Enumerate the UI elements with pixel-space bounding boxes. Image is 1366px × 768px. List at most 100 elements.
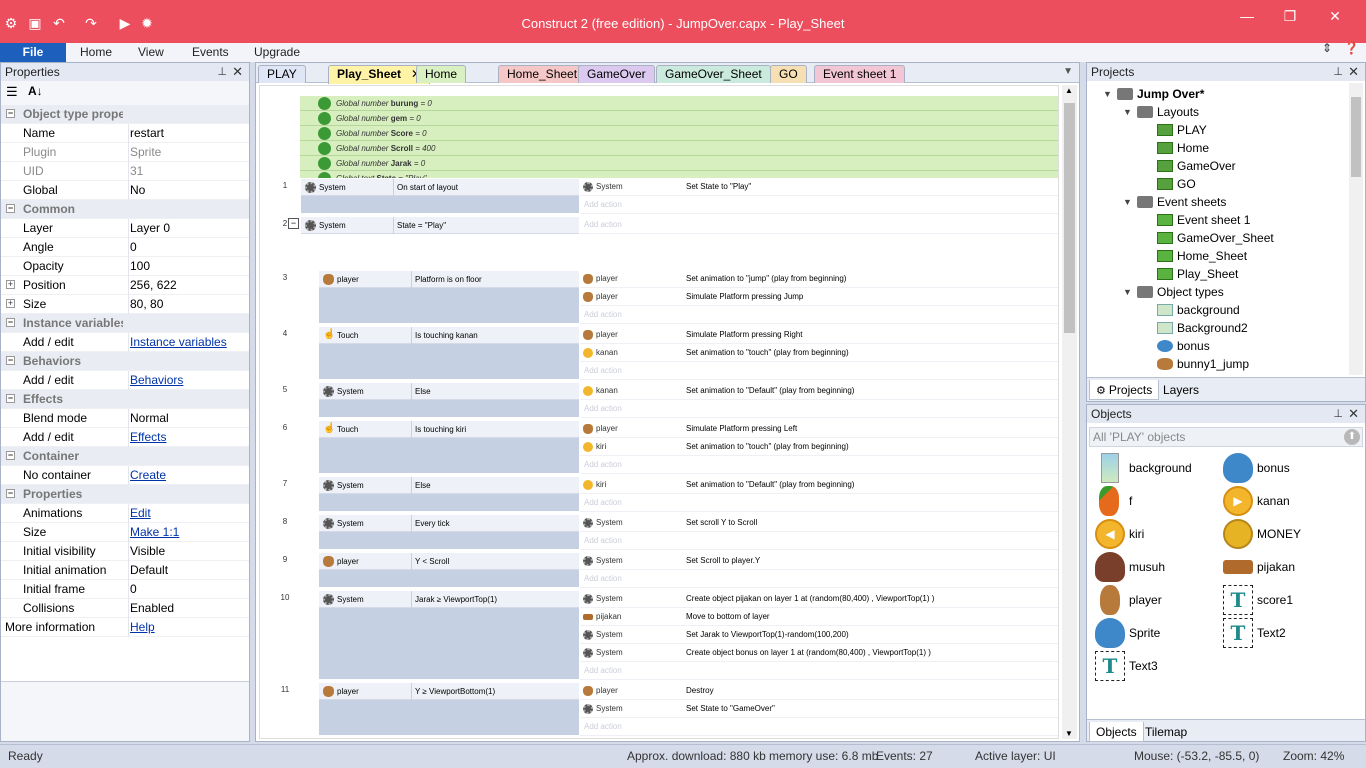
add-action-link[interactable]: Add action xyxy=(580,570,1058,588)
property-row[interactable]: Angle 0 xyxy=(1,238,249,257)
global-variable-row[interactable]: Global number burung = 0 xyxy=(300,96,1058,111)
action-block[interactable]: player Simulate Platform pressing Left kir… xyxy=(580,420,1058,474)
object-item[interactable]: pijakan xyxy=(1223,552,1343,582)
tree-item[interactable]: Play_Sheet xyxy=(1157,265,1238,283)
ribbon-tab-file[interactable]: File xyxy=(0,43,66,62)
event-block[interactable]: 3 player Platform is on floor player Set ani… xyxy=(260,270,1058,324)
condition-block[interactable]: player Y ≥ ViewportBottom(1) xyxy=(318,682,580,736)
property-row[interactable]: Animations Edit xyxy=(1,504,249,523)
action-row[interactable]: pijakan Move to bottom of layer xyxy=(580,608,1058,626)
action-row[interactable]: kiri Set animation to "touch" (play from … xyxy=(580,438,1058,456)
property-value[interactable]: 0 xyxy=(128,580,137,599)
ribbon-tab-events[interactable]: Events xyxy=(186,43,235,62)
event-group[interactable]: 2− System State = "Play" Add action xyxy=(260,216,1058,234)
action-block[interactable]: System Set Scroll to player.Y Add action xyxy=(580,552,1058,588)
objects-filter[interactable]: All 'PLAY' objects ⬆ xyxy=(1089,427,1363,447)
condition-row[interactable]: System Jarak ≥ ViewportTop(1) xyxy=(319,591,579,608)
action-row[interactable]: System Create object bonus on layer 1 at … xyxy=(580,644,1058,662)
property-link[interactable]: Edit xyxy=(128,504,151,523)
property-category[interactable]: − Common xyxy=(1,200,249,219)
scroll-up-icon[interactable]: ▲ xyxy=(1065,86,1073,95)
action-row[interactable]: player Set animation to "jump" (play from… xyxy=(580,270,1058,288)
action-block[interactable]: player Set animation to "jump" (play from… xyxy=(580,270,1058,324)
action-block[interactable]: SystemAdd 1 to ScoreAdd action xyxy=(580,738,1059,739)
collapse-icon[interactable]: − xyxy=(6,451,15,460)
event-block[interactable]: 8 System Every tick System Set scroll Y to S… xyxy=(260,514,1058,550)
doc-tab[interactable]: Event sheet 1 xyxy=(814,65,906,83)
tree-item[interactable]: GO xyxy=(1157,175,1196,193)
property-row[interactable]: Blend mode Normal xyxy=(1,409,249,428)
condition-block[interactable]: ☝ Touch Is touching kanan xyxy=(318,326,580,380)
maximize-icon[interactable]: ❐ xyxy=(1275,6,1305,26)
property-row[interactable]: Opacity 100 xyxy=(1,257,249,276)
add-action-link[interactable]: Add action xyxy=(580,662,1058,680)
action-row[interactable]: player Simulate Platform pressing Right xyxy=(580,326,1058,344)
property-value[interactable]: 80, 80 xyxy=(128,295,163,314)
tree-scrollbar[interactable] xyxy=(1349,83,1363,375)
tree-item[interactable]: ▼ Event sheets xyxy=(1123,193,1226,211)
doc-tab[interactable]: Play_Sheet✕ xyxy=(328,65,431,84)
property-value[interactable]: Normal xyxy=(128,409,169,428)
property-row[interactable]: Plugin Sprite xyxy=(1,143,249,162)
tree-item[interactable]: PLAY xyxy=(1157,121,1207,139)
event-block[interactable]: 12pijakanY ≥ ViewportBottom(1)SystemAdd … xyxy=(260,738,1059,739)
expand-arrow-icon[interactable]: ▼ xyxy=(1103,85,1112,103)
property-value[interactable]: Enabled xyxy=(128,599,174,618)
object-item[interactable]: ◀ kiri xyxy=(1095,519,1215,549)
doc-tab[interactable]: GameOver_Sheet xyxy=(656,65,771,83)
event-block[interactable]: 9 player Y < Scroll System Set Scroll to pla… xyxy=(260,552,1058,588)
property-row[interactable]: Size Make 1:1 xyxy=(1,523,249,542)
global-variable-row[interactable]: Global number Score = 0 xyxy=(300,126,1058,141)
condition-block[interactable]: System Jarak ≥ ViewportTop(1) xyxy=(318,590,580,680)
ribbon-tab-view[interactable]: View xyxy=(132,43,170,62)
property-row[interactable]: Add / edit Effects xyxy=(1,428,249,447)
property-link[interactable]: Make 1:1 xyxy=(128,523,179,542)
collapse-icon[interactable]: − xyxy=(6,394,15,403)
expand-arrow-icon[interactable]: ▼ xyxy=(1123,283,1132,301)
collapse-group-icon[interactable]: − xyxy=(288,218,299,229)
action-row[interactable]: System Set Scroll to player.Y xyxy=(580,552,1058,570)
expand-arrow-icon[interactable]: ▼ xyxy=(1123,103,1132,121)
property-row[interactable]: Add / edit Instance variables xyxy=(1,333,249,352)
close-panel-icon[interactable]: ✕ xyxy=(1348,63,1359,81)
action-row[interactable]: System Set scroll Y to Scroll xyxy=(580,514,1058,532)
object-item[interactable]: musuh xyxy=(1095,552,1215,582)
property-value[interactable]: 0 xyxy=(128,238,137,257)
action-block[interactable]: player Destroy System Set State to "GameOve… xyxy=(580,682,1058,736)
action-row[interactable]: SystemAdd 1 to Score xyxy=(580,738,1059,739)
condition-row[interactable]: System On start of layout xyxy=(301,179,579,196)
condition-row[interactable]: System Else xyxy=(319,383,579,400)
collapse-icon[interactable]: − xyxy=(6,109,15,118)
condition-block[interactable]: player Platform is on floor xyxy=(318,270,580,324)
object-item[interactable]: MONEY xyxy=(1223,519,1343,549)
object-item[interactable]: ▶ kanan xyxy=(1223,486,1343,516)
tree-item[interactable]: GameOver_Sheet xyxy=(1157,229,1274,247)
object-item[interactable]: Sprite xyxy=(1095,618,1215,648)
doc-tab[interactable]: PLAY xyxy=(258,65,306,83)
tree-item[interactable]: background xyxy=(1157,301,1240,319)
condition-block[interactable]: System Every tick xyxy=(318,514,580,550)
property-link[interactable]: Behaviors xyxy=(128,371,183,390)
tree-item[interactable]: ▼ Jump Over* xyxy=(1103,85,1204,103)
property-row[interactable]: + Position 256, 622 xyxy=(1,276,249,295)
property-value[interactable]: Default xyxy=(128,561,168,580)
doc-tab[interactable]: Home xyxy=(416,65,467,83)
pin-icon[interactable]: ⊥ xyxy=(217,63,227,81)
property-row[interactable]: Layer Layer 0 xyxy=(1,219,249,238)
tab-objects[interactable]: Objects xyxy=(1089,722,1144,742)
categorized-icon[interactable]: ☰ xyxy=(6,84,18,100)
condition-block[interactable]: System Else xyxy=(318,476,580,512)
doc-tab[interactable]: Home_Sheet xyxy=(498,65,587,83)
pin-icon[interactable]: ⊥ xyxy=(1333,63,1343,81)
action-row[interactable]: System Set Jarak to ViewportTop(1)-random… xyxy=(580,626,1058,644)
tab-list-chevron-down-icon[interactable]: ▼ xyxy=(1063,66,1073,77)
property-category[interactable]: − Behaviors xyxy=(1,352,249,371)
property-value[interactable]: 100 xyxy=(128,257,150,276)
ribbon-collapse-icon[interactable]: ⇕ xyxy=(1322,41,1332,55)
object-item[interactable]: player xyxy=(1095,585,1215,615)
tree-item[interactable]: Background2 xyxy=(1157,319,1248,337)
expand-arrow-icon[interactable]: ▼ xyxy=(1123,193,1132,211)
action-block[interactable]: System Create object pijakan on layer 1 a… xyxy=(580,590,1058,680)
close-icon[interactable]: ✕ xyxy=(1320,6,1350,26)
event-block[interactable]: 11 player Y ≥ ViewportBottom(1) player Destr… xyxy=(260,682,1058,736)
